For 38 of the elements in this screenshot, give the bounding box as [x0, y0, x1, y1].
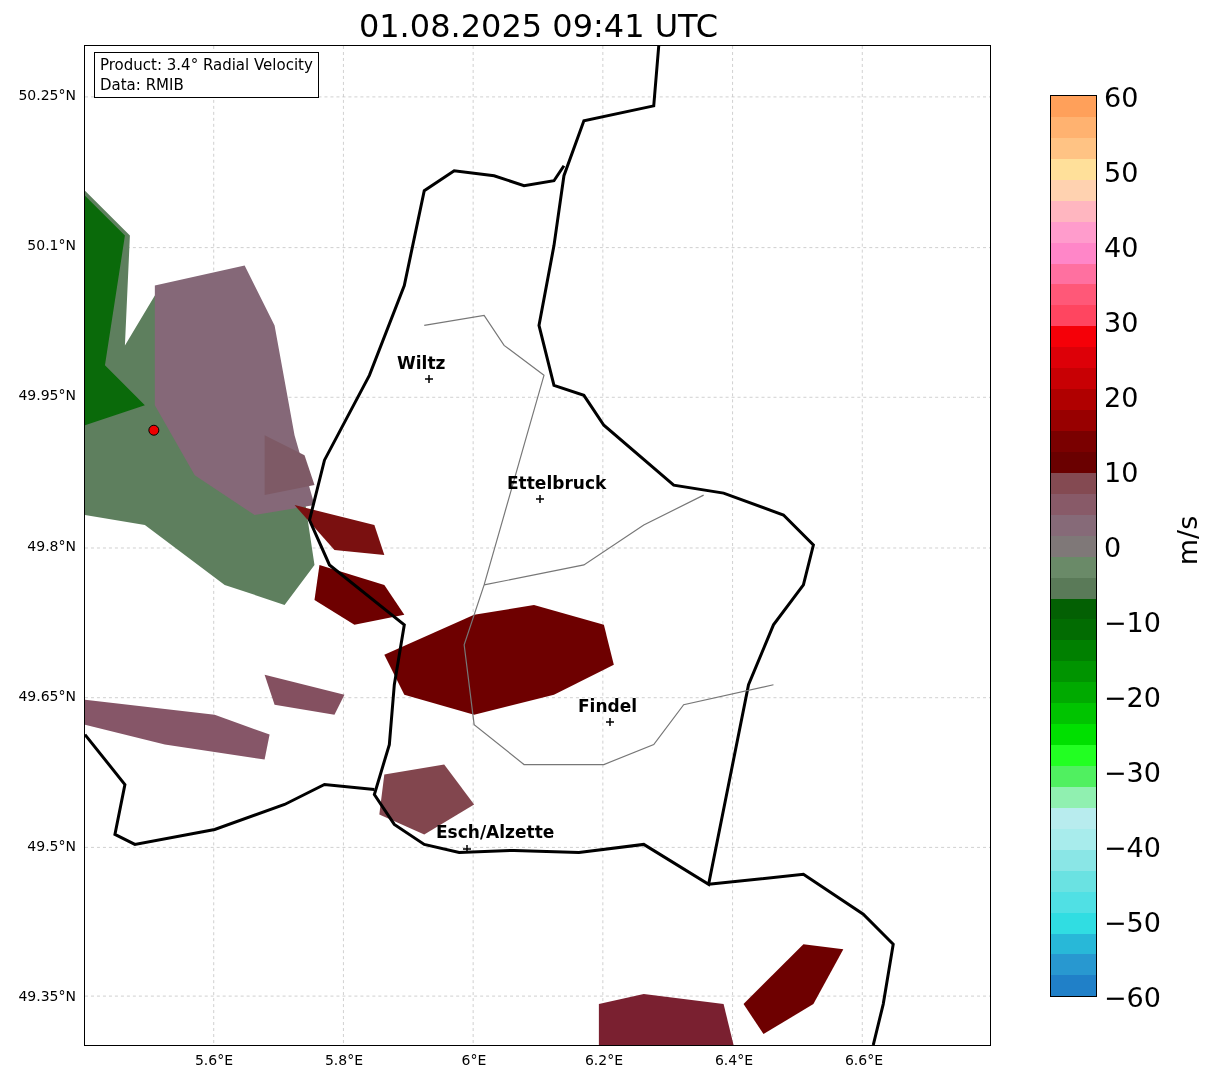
colorbar-tick-label: 10 [1103, 457, 1139, 488]
axis-tick-label: 6.6°E [844, 1052, 884, 1068]
colorbar-tick-label: −50 [1103, 907, 1161, 938]
colorbar-tick-label: 30 [1103, 307, 1139, 338]
axis-tick-label: 6.4°E [714, 1052, 754, 1068]
city-marker-icon [536, 495, 544, 503]
colorbar-label: m/s [1172, 515, 1204, 566]
chart-title: 01.08.2025 09:41 UTC [357, 6, 720, 45]
axis-tick-label: 49.65°N [18, 687, 76, 704]
city-label: Esch/Alzette [436, 823, 555, 842]
legend-text: Product: 3.4° Radial Velocity [100, 55, 313, 75]
city-marker-icon [463, 845, 471, 853]
colorbar-tick-label: −30 [1103, 757, 1161, 788]
axis-tick-label: 49.35°N [18, 988, 76, 1005]
axis-tick-label: 49.5°N [27, 838, 76, 854]
city-marker-icon [425, 375, 433, 383]
colorbar-tick-label: −10 [1103, 607, 1161, 638]
axis-tick-label: 49.95°N [18, 387, 76, 404]
axis-tick-label: 5.6°E [194, 1052, 234, 1068]
colorbar-tick-label: 40 [1103, 232, 1139, 263]
colorbar-tick-label: 60 [1103, 82, 1139, 113]
colorbar-tick-label: −20 [1103, 682, 1161, 713]
axis-tick-label: 6°E [461, 1052, 487, 1068]
axis-tick-label: 5.8°E [324, 1052, 364, 1068]
axis-tick-label: 6.2°E [584, 1052, 624, 1068]
city-label: Findel [578, 697, 638, 716]
axis-tick-label: 50.25°N [18, 87, 76, 103]
axis-tick-label: 50.1°N [27, 237, 76, 254]
city-label: Ettelbruck [507, 474, 607, 493]
city-label: Wiltz [397, 354, 446, 373]
legend-text: Data: RMIB [100, 75, 185, 95]
colorbar-tick-label: 0 [1103, 532, 1122, 563]
city-marker-icon [606, 718, 614, 726]
colorbar-tick-label: 20 [1103, 382, 1139, 413]
axis-tick-label: 49.8°N [27, 537, 76, 554]
colorbar-tick-label: −40 [1103, 832, 1161, 863]
colorbar-tick-label: −60 [1103, 982, 1161, 1013]
colorbar-tick-label: 50 [1103, 157, 1139, 188]
